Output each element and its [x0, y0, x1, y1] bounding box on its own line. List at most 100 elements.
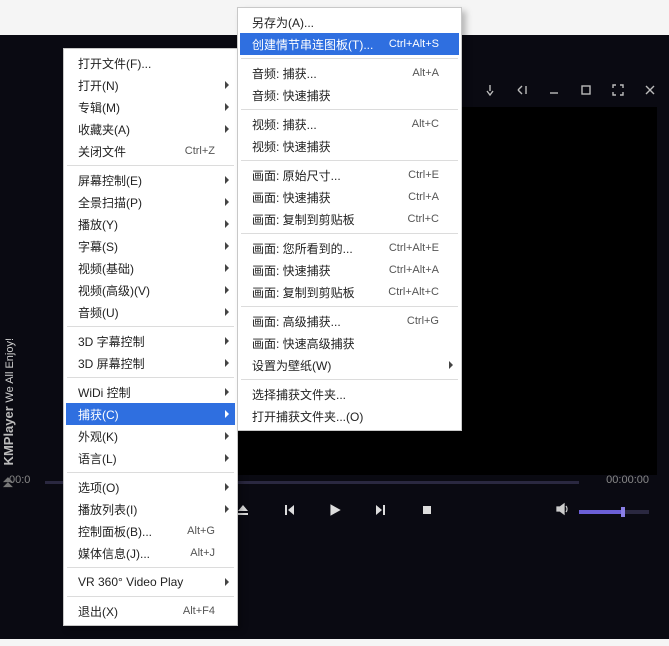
menu-item[interactable]: 视频: 捕获...Alt+C — [240, 113, 459, 135]
menu-item[interactable]: 画面: 复制到剪贴板Ctrl+C — [240, 208, 459, 230]
submenu-arrow-icon — [225, 359, 229, 367]
menu-item-label: 媒体信息(J)... — [78, 545, 180, 562]
menu-item[interactable]: 设置为壁纸(W) — [240, 354, 459, 376]
menu-item-label: 音频: 捕获... — [252, 65, 402, 82]
menu-item[interactable]: 画面: 快速捕获Ctrl+A — [240, 186, 459, 208]
menu-item[interactable]: 视频: 快速捕获 — [240, 135, 459, 157]
menu-item-label: 画面: 复制到剪贴板 — [252, 211, 398, 228]
menu-item-label: 画面: 原始尺寸... — [252, 167, 398, 184]
menu-item-label: 收藏夹(A) — [78, 121, 215, 138]
menu-item-label: VR 360° Video Play — [78, 575, 215, 589]
next-button[interactable] — [373, 502, 389, 518]
menu-item-label: 捕获(C) — [78, 406, 215, 423]
collapse-icon[interactable] — [515, 83, 529, 97]
pin-icon[interactable] — [483, 83, 497, 97]
menu-item[interactable]: 捕获(C) — [66, 403, 235, 425]
menu-item[interactable]: 媒体信息(J)...Alt+J — [66, 542, 235, 564]
stop-button[interactable] — [419, 502, 435, 518]
submenu-arrow-icon — [225, 198, 229, 206]
menu-item-label: 退出(X) — [78, 603, 173, 620]
menu-item[interactable]: 语言(L) — [66, 447, 235, 469]
menu-item-shortcut: Alt+G — [187, 525, 215, 537]
menu-item-shortcut: Alt+F4 — [183, 605, 215, 617]
volume-thumb[interactable] — [621, 507, 625, 517]
menu-item[interactable]: 全景扫描(P) — [66, 191, 235, 213]
menu-item[interactable]: 另存为(A)... — [240, 11, 459, 33]
menu-item-shortcut: Ctrl+A — [408, 191, 439, 203]
menu-item[interactable]: 创建情节串连图板(T)... Ctrl+Alt+S — [240, 33, 459, 55]
menu-item-shortcut: Ctrl+Z — [185, 145, 215, 157]
submenu-arrow-icon — [225, 176, 229, 184]
menu-item[interactable]: 关闭文件 Ctrl+Z — [66, 140, 235, 162]
submenu-arrow-icon — [225, 410, 229, 418]
volume-icon[interactable] — [555, 502, 569, 521]
menu-item-label: 全景扫描(P) — [78, 194, 215, 211]
fullscreen-icon[interactable] — [611, 83, 625, 97]
logo-icon — [1, 475, 18, 489]
context-menu-main[interactable]: 打开文件(F)...打开(N) 专辑(M) 收藏夹(A) 关闭文件 Ctrl+Z 屏幕控制… — [63, 48, 238, 626]
menu-item[interactable]: 退出(X) Alt+F4 — [66, 600, 235, 622]
menu-item[interactable]: 打开(N) — [66, 74, 235, 96]
menu-item[interactable]: 画面: 您所看到的...Ctrl+Alt+E — [240, 237, 459, 259]
submenu-arrow-icon — [225, 286, 229, 294]
menu-item-label: 播放列表(I) — [78, 501, 215, 518]
menu-item[interactable]: 音频(U) — [66, 301, 235, 323]
menu-item[interactable]: 视频(基础) — [66, 257, 235, 279]
menu-item-label: 播放(Y) — [78, 216, 215, 233]
menu-item-label: 视频: 快速捕获 — [252, 138, 439, 155]
menu-item[interactable]: 音频: 快速捕获 — [240, 84, 459, 106]
submenu-arrow-icon — [225, 388, 229, 396]
menu-item-shortcut: Ctrl+Alt+A — [389, 264, 439, 276]
menu-item-label: 选择捕获文件夹... — [252, 386, 439, 403]
submenu-arrow-icon — [225, 505, 229, 513]
menu-item-label: 创建情节串连图板(T)... — [252, 36, 379, 53]
menu-item[interactable]: 视频(高级)(V) — [66, 279, 235, 301]
menu-item[interactable]: 选择捕获文件夹... — [240, 383, 459, 405]
menu-item[interactable]: 音频: 捕获...Alt+A — [240, 62, 459, 84]
menu-item-label: 关闭文件 — [78, 143, 175, 160]
close-icon[interactable] — [643, 83, 657, 97]
menu-item-label: 视频(基础) — [78, 260, 215, 277]
menu-item[interactable]: 屏幕控制(E) — [66, 169, 235, 191]
menu-item[interactable]: 选项(O) — [66, 476, 235, 498]
menu-item[interactable]: 播放列表(I) — [66, 498, 235, 520]
minimize-icon[interactable] — [547, 83, 561, 97]
submenu-arrow-icon — [225, 483, 229, 491]
menu-item[interactable]: 字幕(S) — [66, 235, 235, 257]
menu-item[interactable]: 外观(K) — [66, 425, 235, 447]
menu-item[interactable]: 画面: 高级捕获...Ctrl+G — [240, 310, 459, 332]
menu-item-shortcut: Ctrl+Alt+S — [389, 38, 439, 50]
menu-item[interactable]: 画面: 原始尺寸...Ctrl+E — [240, 164, 459, 186]
menu-item-shortcut: Ctrl+Alt+E — [389, 242, 439, 254]
menu-item-label: 3D 屏幕控制 — [78, 355, 215, 372]
menu-item[interactable]: WiDi 控制 — [66, 381, 235, 403]
play-button[interactable] — [327, 502, 343, 518]
volume-slider[interactable] — [579, 510, 649, 514]
maximize-icon[interactable] — [579, 83, 593, 97]
brand-name: KMPlayer — [1, 406, 16, 465]
menu-item[interactable]: 播放(Y) — [66, 213, 235, 235]
menu-item[interactable]: 打开捕获文件夹...(O) — [240, 405, 459, 427]
menu-item-label: 专辑(M) — [78, 99, 215, 116]
menu-item[interactable]: 收藏夹(A) — [66, 118, 235, 140]
menu-item-label: 3D 字幕控制 — [78, 333, 215, 350]
context-menu-capture[interactable]: 另存为(A)... 创建情节串连图板(T)... Ctrl+Alt+S 音频: 捕获.… — [237, 7, 462, 431]
menu-separator — [67, 567, 234, 568]
menu-item[interactable]: 专辑(M) — [66, 96, 235, 118]
menu-item[interactable]: 画面: 复制到剪贴板Ctrl+Alt+C — [240, 281, 459, 303]
menu-item[interactable]: 画面: 快速捕获Ctrl+Alt+A — [240, 259, 459, 281]
menu-separator — [241, 306, 458, 307]
menu-separator — [241, 233, 458, 234]
prev-button[interactable] — [281, 502, 297, 518]
menu-item[interactable]: VR 360° Video Play — [66, 571, 235, 593]
menu-item[interactable]: 3D 屏幕控制 — [66, 352, 235, 374]
menu-item-label: 音频(U) — [78, 304, 215, 321]
menu-item[interactable]: 控制面板(B)...Alt+G — [66, 520, 235, 542]
submenu-arrow-icon — [449, 361, 453, 369]
menu-item[interactable]: 3D 字幕控制 — [66, 330, 235, 352]
menu-item[interactable]: 画面: 快速高级捕获 — [240, 332, 459, 354]
menu-item[interactable]: 打开文件(F)... — [66, 52, 235, 74]
menu-item-shortcut: Ctrl+Alt+C — [388, 286, 439, 298]
volume-fill — [579, 510, 621, 514]
menu-item-label: WiDi 控制 — [78, 384, 215, 401]
